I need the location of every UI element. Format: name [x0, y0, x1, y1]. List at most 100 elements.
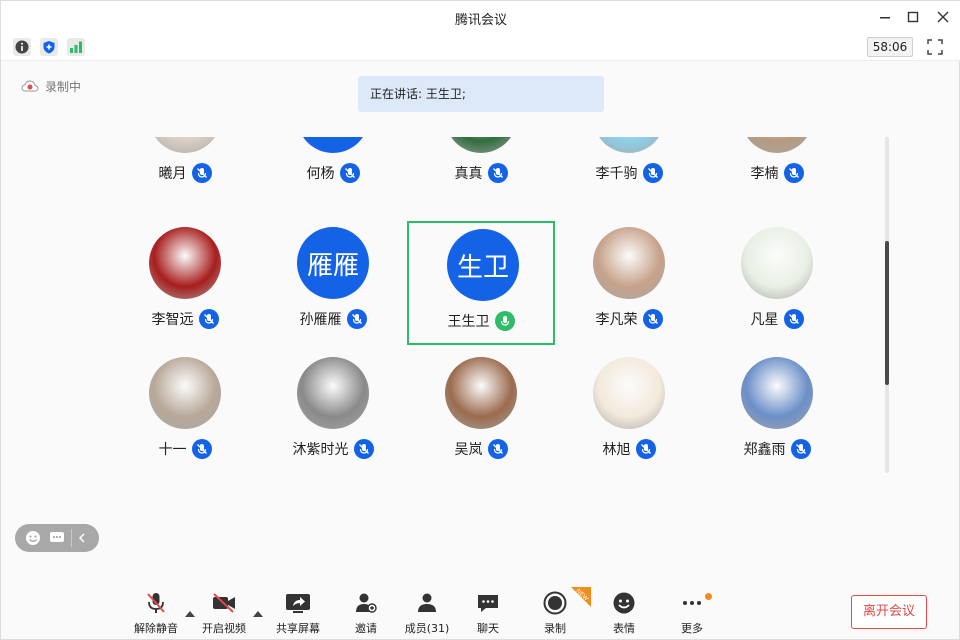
- reactions-button[interactable]: 表情: [594, 589, 654, 637]
- participant-name-row: 郑鑫雨: [703, 439, 851, 459]
- participant-name: 郑鑫雨: [743, 442, 786, 458]
- share-screen-label: 共享屏幕: [276, 622, 320, 635]
- close-icon: [937, 11, 949, 23]
- members-icon: [418, 593, 436, 612]
- mic-muted-icon: [198, 309, 219, 329]
- participant-tile[interactable]: 林旭: [555, 351, 703, 473]
- start-video-button[interactable]: 开启视频: [194, 589, 254, 637]
- members-label: 成员(31): [404, 622, 450, 635]
- participant-tile[interactable]: 李千驹: [555, 137, 703, 199]
- invite-button[interactable]: 邀请: [336, 589, 396, 637]
- participant-name-row: 真真: [407, 163, 555, 183]
- participant-tile[interactable]: 何杨何杨: [259, 137, 407, 199]
- quick-chat-button[interactable]: [47, 528, 67, 548]
- add-user-icon: [356, 593, 377, 613]
- participant-name-row: 十一: [111, 439, 259, 459]
- avatar: [445, 357, 517, 429]
- new-badge: NEW: [571, 587, 591, 607]
- recording-indicator: 录制中: [21, 77, 81, 95]
- shield-icon: [43, 41, 55, 54]
- participant-tile[interactable]: 李楠: [703, 137, 851, 199]
- participant-name-row: 曦月: [111, 163, 259, 183]
- avatar: [445, 137, 517, 153]
- fullscreen-button[interactable]: [927, 39, 943, 55]
- meeting-info-button[interactable]: [13, 38, 31, 56]
- mic-muted-icon: [346, 309, 367, 329]
- participant-name: 李凡荣: [595, 312, 638, 328]
- emoji-button[interactable]: [23, 528, 43, 548]
- record-icon: [543, 591, 567, 615]
- participant-tile[interactable]: 凡星: [703, 221, 851, 345]
- minimize-icon: [880, 17, 890, 19]
- collapse-bar-button[interactable]: [71, 529, 91, 547]
- smiley-icon: [613, 592, 635, 614]
- network-status-button[interactable]: [67, 38, 85, 56]
- participant-grid[interactable]: 曦月何杨何杨真真李千驹李楠李智远雁雁孙雁雁生卫王生卫李凡荣凡星十一沐紫时光吴岚林…: [111, 137, 885, 473]
- mic-muted-icon: [783, 163, 804, 183]
- participant-name: 王生卫: [447, 314, 490, 330]
- fullscreen-icon: [927, 39, 943, 55]
- participant-name-row: 李智远: [111, 309, 259, 329]
- mic-muted-icon: [487, 439, 508, 459]
- start-video-label: 开启视频: [202, 622, 246, 635]
- participant-tile[interactable]: 郑鑫雨: [703, 351, 851, 473]
- avatar-initials: 生卫: [456, 252, 509, 283]
- participant-name-row: 李凡荣: [555, 309, 703, 329]
- close-button[interactable]: [933, 7, 953, 27]
- avatar: [297, 357, 369, 429]
- share-screen-button[interactable]: 共享屏幕: [268, 589, 328, 637]
- participant-tile[interactable]: 生卫王生卫: [407, 221, 555, 345]
- participant-tile[interactable]: 雁雁 孙雁雁: [259, 221, 407, 345]
- participant-name-row: 王生卫: [409, 311, 553, 331]
- security-button[interactable]: [40, 38, 58, 56]
- participant-tile[interactable]: 吴岚: [407, 351, 555, 473]
- participant-name: 李楠: [750, 166, 779, 182]
- members-button[interactable]: 成员(31): [397, 589, 457, 637]
- minimize-button[interactable]: [875, 7, 895, 27]
- window-title: 腾讯会议: [454, 13, 507, 28]
- more-dots-icon: [683, 601, 701, 605]
- chevron-left-icon: [78, 533, 85, 543]
- participant-name: 吴岚: [454, 442, 483, 458]
- participant-tile[interactable]: 沐紫时光: [259, 351, 407, 473]
- participant-name: 沐紫时光: [292, 442, 349, 458]
- scrollbar-thumb[interactable]: [885, 241, 889, 385]
- video-options-caret[interactable]: [253, 603, 263, 617]
- maximize-button[interactable]: [903, 7, 923, 27]
- more-button[interactable]: 更多: [662, 589, 722, 637]
- mic-muted-icon: [790, 439, 811, 459]
- participant-name-row: 孙雁雁: [259, 309, 407, 329]
- mic-muted-icon: [339, 163, 360, 183]
- meeting-toolbar: 解除静音 开启视频 共享屏幕 邀请 成员(31) 聊天 录制 NEW 表情 更多…: [1, 585, 960, 640]
- participant-tile[interactable]: 李凡荣: [555, 221, 703, 345]
- participant-tile[interactable]: 十一: [111, 351, 259, 473]
- grid-scrollbar[interactable]: [885, 137, 889, 473]
- participant-name: 林旭: [602, 442, 631, 458]
- participant-name: 曦月: [158, 166, 187, 182]
- avatar: [593, 227, 665, 299]
- chat-icon: [478, 595, 498, 612]
- avatar: [593, 357, 665, 429]
- mic-muted-icon: [147, 593, 165, 613]
- avatar: [741, 137, 813, 153]
- avatar: [741, 227, 813, 299]
- leave-meeting-button[interactable]: 离开会议: [851, 595, 927, 629]
- participant-name: 孙雁雁: [299, 312, 342, 328]
- caret-up-icon: [253, 611, 263, 617]
- mic-muted-icon: [783, 309, 804, 329]
- participant-tile[interactable]: 曦月: [111, 137, 259, 199]
- avatar: [149, 137, 221, 153]
- mic-active-icon: [494, 311, 515, 331]
- participant-name-row: 李楠: [703, 163, 851, 183]
- chat-button[interactable]: 聊天: [458, 589, 518, 637]
- notification-dot: [705, 593, 712, 600]
- participant-tile[interactable]: 真真: [407, 137, 555, 199]
- participant-tile[interactable]: 李智远: [111, 221, 259, 345]
- unmute-button[interactable]: 解除静音: [126, 589, 186, 637]
- participant-name: 李千驹: [595, 166, 638, 182]
- record-label: 录制: [544, 622, 566, 635]
- cloud-record-icon: [21, 80, 39, 92]
- participant-name-row: 李千驹: [555, 163, 703, 183]
- reactions-label: 表情: [613, 622, 635, 635]
- mic-muted-icon: [353, 439, 374, 459]
